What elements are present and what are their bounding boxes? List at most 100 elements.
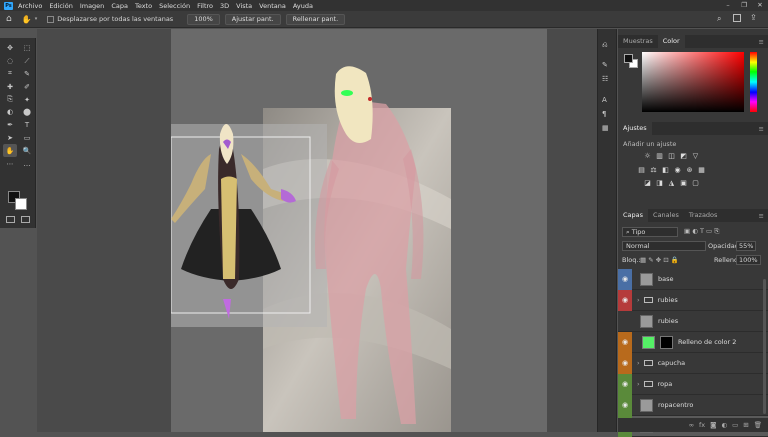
hand-tool-icon[interactable]: ✋ [3,144,17,158]
invert-icon[interactable]: ◪ [643,179,652,187]
fill-color-thumbnail[interactable] [642,335,655,349]
shape-tool-icon[interactable]: ▭ [20,132,34,145]
layer-visibility-eye-icon[interactable]: ◉ [618,394,632,416]
crop-tool-icon[interactable]: ⌗ [3,68,17,81]
edit-toolbar-icon[interactable]: ⋯ [3,157,17,170]
panel-menu-icon[interactable]: ≡ [759,125,764,133]
hand-tool-icon[interactable]: ✋ [22,15,32,24]
menu-ventana[interactable]: Ventana [259,2,286,10]
blend-mode-select[interactable]: Normal [622,241,706,251]
layer-row[interactable]: rubies [618,311,768,332]
new-group-icon[interactable]: ▭ [732,421,738,429]
healing-tool-icon[interactable]: ✚ [3,80,17,93]
layer-visibility-eye-icon[interactable] [618,311,632,332]
menu-capa[interactable]: Capa [111,2,128,10]
menu-3d[interactable]: 3D [220,2,229,10]
layer-thumbnail[interactable] [640,398,653,412]
tab-canales[interactable]: Canales [648,209,684,222]
group-chevron-icon[interactable]: › [637,359,640,367]
tab-capas[interactable]: Capas [618,209,649,222]
channel-mixer-icon[interactable]: ⊛ [685,166,694,174]
brush-tool-icon[interactable]: ✐ [20,80,34,93]
layers-scrollbar[interactable] [763,279,766,414]
layer-row[interactable]: ◉ › ropa [618,373,768,395]
color-lookup-icon[interactable]: ▦ [697,166,706,174]
gradient-tool-icon[interactable]: ⬤ [20,106,34,119]
color-field[interactable] [642,52,744,112]
move-tool-icon[interactable]: ✥ [3,42,17,55]
restore-button[interactable]: ❐ [736,0,752,11]
screen-mode-icon[interactable] [21,216,30,223]
fill-screen-button[interactable]: Rellenar pant. [285,13,346,25]
fg-swatch[interactable] [624,54,633,63]
photo-filter-icon[interactable]: ◉ [673,166,682,174]
menu-edicion[interactable]: Edición [49,2,73,10]
layer-row[interactable]: ◉ base [618,268,768,290]
layer-mask-thumbnail[interactable] [660,335,673,349]
panel-menu-icon[interactable]: ≡ [759,212,764,220]
fill-input[interactable]: 100% [736,255,761,265]
layer-row[interactable]: ◉ › capucha [618,352,768,374]
more-tools-icon[interactable]: … [20,157,34,170]
chevron-down-icon[interactable]: ▾ [35,16,38,22]
layer-filter-select[interactable]: ⌕ Tipo [622,227,678,237]
path-select-tool-icon[interactable]: ➤ [3,132,17,145]
fx-icon[interactable]: fx [699,421,705,429]
eyedropper-tool-icon[interactable]: ✎ [20,68,34,81]
menu-archivo[interactable]: Archivo [18,2,42,10]
new-layer-icon[interactable]: ⊞ [743,421,748,429]
stamp-tool-icon[interactable]: ⎘ [3,93,17,106]
workspace-icon[interactable] [733,14,741,22]
hue-slider[interactable] [750,52,757,112]
layer-visibility-eye-icon[interactable]: ◉ [618,352,632,374]
hue-sat-icon[interactable]: ▤ [637,166,646,174]
layer-row[interactable]: ◉ › rubies [618,289,768,311]
quick-select-tool-icon[interactable]: ⟋ [20,55,34,68]
color-balance-icon[interactable]: ⚖ [649,166,658,174]
layer-visibility-eye-icon[interactable]: ◉ [618,289,632,311]
menu-ayuda[interactable]: Ayuda [293,2,313,10]
pen-tool-icon[interactable]: ✒ [3,119,17,132]
threshold-icon[interactable]: ◮ [667,179,676,187]
history-brush-tool-icon[interactable]: ✦ [20,93,34,106]
minimize-button[interactable]: – [720,0,736,11]
new-adjustment-icon[interactable]: ◐ [721,421,727,429]
zoom-tool-icon[interactable]: 🔍 [20,144,34,157]
menu-imagen[interactable]: Imagen [80,2,104,10]
close-button[interactable]: ✕ [752,0,768,11]
exposure-icon[interactable]: ◩ [679,152,688,160]
history-icon[interactable]: ⎌ [602,41,608,50]
home-icon[interactable]: ⌂ [6,14,12,24]
curves-icon[interactable]: ◫ [667,152,676,160]
menu-seleccion[interactable]: Selección [159,2,190,10]
vibrance-icon[interactable]: ▽ [691,152,700,160]
posterize-icon[interactable]: ◨ [655,179,664,187]
eraser-tool-icon[interactable]: ◐ [3,106,17,119]
menu-vista[interactable]: Vista [236,2,252,10]
opacity-input[interactable]: 55% [736,241,757,251]
character-icon[interactable]: A [602,96,607,104]
menu-texto[interactable]: Texto [135,2,152,10]
tab-muestras[interactable]: Muestras [618,35,658,48]
zoom-100-button[interactable]: 100% [187,13,220,25]
tab-ajustes[interactable]: Ajustes [618,122,652,135]
scroll-all-checkbox[interactable] [47,15,55,23]
filter-icons[interactable]: ▣ ◐ T ▭ ⎘ [684,227,719,236]
fit-screen-button[interactable]: Ajustar pant. [224,13,281,25]
layer-row[interactable]: ◉ Relleno de color 2 [618,331,768,353]
lasso-tool-icon[interactable]: ◌ [3,55,17,68]
photoshop-logo-icon[interactable]: Ps [4,1,13,10]
levels-icon[interactable]: ▥ [655,152,664,160]
panel-menu-icon[interactable]: ≡ [759,38,764,46]
menu-filtro[interactable]: Filtro [197,2,213,10]
delete-layer-icon[interactable]: 🗑 [754,421,762,429]
layer-thumbnail[interactable] [640,272,653,286]
selective-color-icon[interactable]: ▢ [691,179,700,187]
group-chevron-icon[interactable]: › [637,296,640,304]
brush-settings-icon[interactable]: ✎ [602,61,608,69]
layer-row[interactable]: ◉ ropacentro [618,394,768,416]
layer-visibility-eye-icon[interactable]: ◉ [618,268,632,290]
marquee-tool-icon[interactable]: ⬚ [20,42,34,55]
share-icon[interactable]: ⇪ [750,13,757,22]
tab-trazados[interactable]: Trazados [684,209,723,222]
